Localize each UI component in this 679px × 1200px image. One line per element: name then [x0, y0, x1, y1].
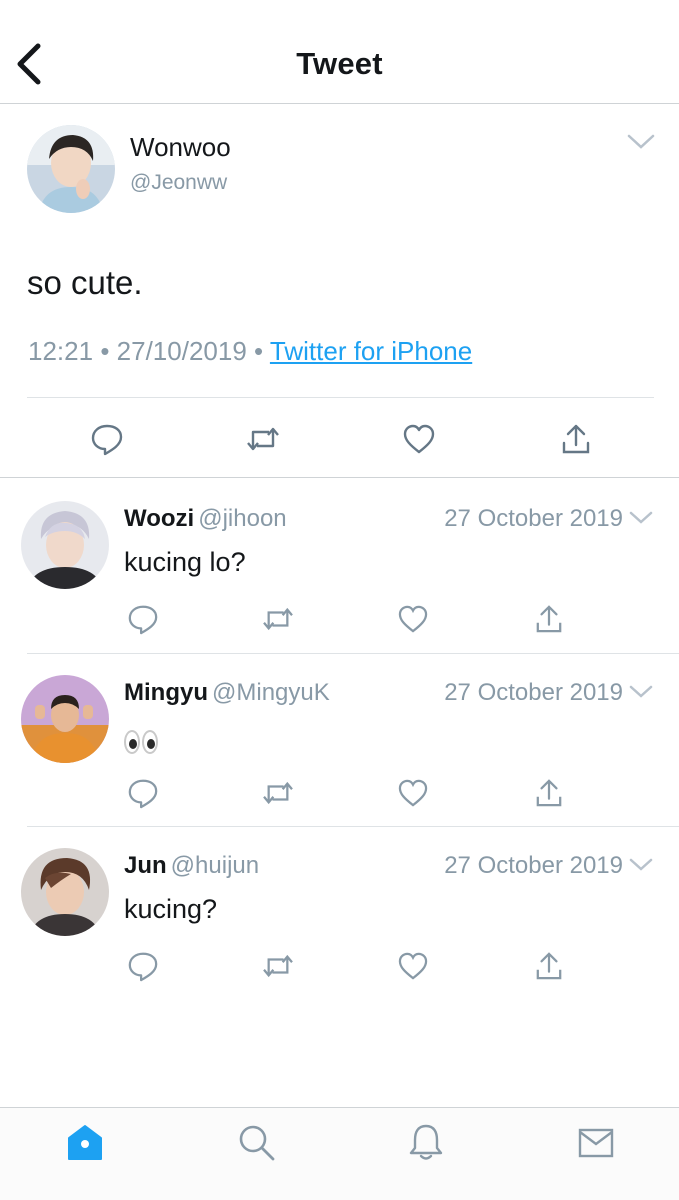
- like-icon: [403, 424, 435, 454]
- main-tweet: Wonwoo @Jeonww so cute. 12:21 • 27/10/20…: [0, 104, 679, 478]
- like-icon: [398, 952, 428, 980]
- retweet-button[interactable]: [256, 771, 300, 815]
- reply-tweet[interactable]: Jun @huijun 27 October 2019 kucing?: [0, 826, 679, 1000]
- chevron-down-icon: [629, 858, 653, 871]
- reply-author-handle[interactable]: @jihoon: [198, 505, 286, 532]
- like-button[interactable]: [391, 944, 435, 988]
- retweet-icon: [263, 954, 293, 978]
- search-icon: [239, 1125, 275, 1161]
- meta-separator: •: [254, 336, 264, 366]
- avatar[interactable]: [21, 675, 109, 763]
- retweet-icon: [247, 427, 279, 451]
- share-button[interactable]: [527, 944, 571, 988]
- tweet-source-link[interactable]: Twitter for iPhone: [270, 336, 472, 366]
- like-button[interactable]: [394, 414, 444, 464]
- reply-author-name[interactable]: Mingyu: [124, 679, 208, 706]
- like-button[interactable]: [391, 597, 435, 641]
- reply-icon: [128, 952, 158, 982]
- share-button[interactable]: [551, 414, 601, 464]
- reply-options-button[interactable]: [628, 509, 654, 527]
- reply-tweet[interactable]: Woozi @jihoon 27 October 2019 kucing lo?: [0, 479, 679, 653]
- reply-header: Mingyu @MingyuK: [124, 679, 330, 707]
- tweet-options-button[interactable]: [626, 132, 656, 152]
- reply-options-button[interactable]: [628, 683, 654, 701]
- reply-text: kucing lo?: [124, 547, 246, 577]
- reply-text: [124, 725, 160, 756]
- author-handle[interactable]: @Jeonww: [130, 171, 227, 195]
- reply-button[interactable]: [121, 597, 165, 641]
- share-icon: [562, 424, 590, 454]
- tweet-text: so cute.: [27, 264, 143, 301]
- reply-header: Jun @huijun: [124, 852, 259, 880]
- share-button[interactable]: [527, 597, 571, 641]
- author-name[interactable]: Wonwoo: [130, 132, 231, 163]
- reply-author-name[interactable]: Woozi: [124, 505, 194, 532]
- retweet-button[interactable]: [256, 597, 300, 641]
- header-bar: Tweet: [0, 0, 679, 104]
- tab-home[interactable]: [63, 1120, 107, 1164]
- eyes-emoji: [124, 725, 160, 755]
- avatar[interactable]: [21, 501, 109, 589]
- home-icon: [68, 1125, 102, 1160]
- meta-separator: •: [100, 336, 110, 366]
- divider: [27, 397, 654, 398]
- reply-author-handle[interactable]: @MingyuK: [212, 679, 330, 706]
- reply-author-handle[interactable]: @huijun: [171, 852, 259, 879]
- retweet-icon: [263, 607, 293, 631]
- notifications-icon: [409, 1124, 443, 1160]
- avatar[interactable]: [27, 125, 115, 213]
- tab-messages[interactable]: [574, 1120, 618, 1164]
- like-icon: [398, 779, 428, 807]
- reply-date: 27 October 2019: [444, 852, 623, 879]
- reply-button[interactable]: [121, 944, 165, 988]
- reply-text: kucing?: [124, 894, 218, 924]
- tweet-actions: [0, 414, 679, 464]
- share-button[interactable]: [527, 771, 571, 815]
- share-icon: [536, 779, 562, 807]
- tab-notifications[interactable]: [404, 1120, 448, 1164]
- share-icon: [536, 952, 562, 980]
- reply-author-name[interactable]: Jun: [124, 852, 167, 879]
- like-button[interactable]: [391, 771, 435, 815]
- tweet-date: 27/10/2019: [116, 336, 247, 366]
- reply-button[interactable]: [82, 414, 132, 464]
- reply-date: 27 October 2019: [444, 679, 623, 706]
- tweet-meta: 12:21 • 27/10/2019 • Twitter for iPhone: [28, 336, 472, 367]
- reply-button[interactable]: [121, 771, 165, 815]
- reply-tweet[interactable]: Mingyu @MingyuK 27 October 2019: [0, 653, 679, 827]
- chevron-down-icon: [629, 511, 653, 524]
- reply-options-button[interactable]: [628, 856, 654, 874]
- retweet-button[interactable]: [238, 414, 288, 464]
- reply-icon: [128, 779, 158, 809]
- chevron-down-icon: [629, 685, 653, 698]
- chevron-down-icon: [627, 134, 655, 149]
- like-icon: [398, 605, 428, 633]
- reply-date: 27 October 2019: [444, 505, 623, 532]
- share-icon: [536, 605, 562, 633]
- retweet-button[interactable]: [256, 944, 300, 988]
- retweet-icon: [263, 781, 293, 805]
- reply-icon: [91, 424, 123, 456]
- page-title: Tweet: [296, 46, 383, 81]
- tweet-time: 12:21: [28, 336, 94, 366]
- tab-search[interactable]: [234, 1120, 278, 1164]
- avatar[interactable]: [21, 848, 109, 936]
- tab-bar: [0, 1107, 679, 1200]
- messages-icon: [578, 1128, 614, 1158]
- reply-icon: [128, 605, 158, 635]
- reply-header: Woozi @jihoon: [124, 505, 287, 533]
